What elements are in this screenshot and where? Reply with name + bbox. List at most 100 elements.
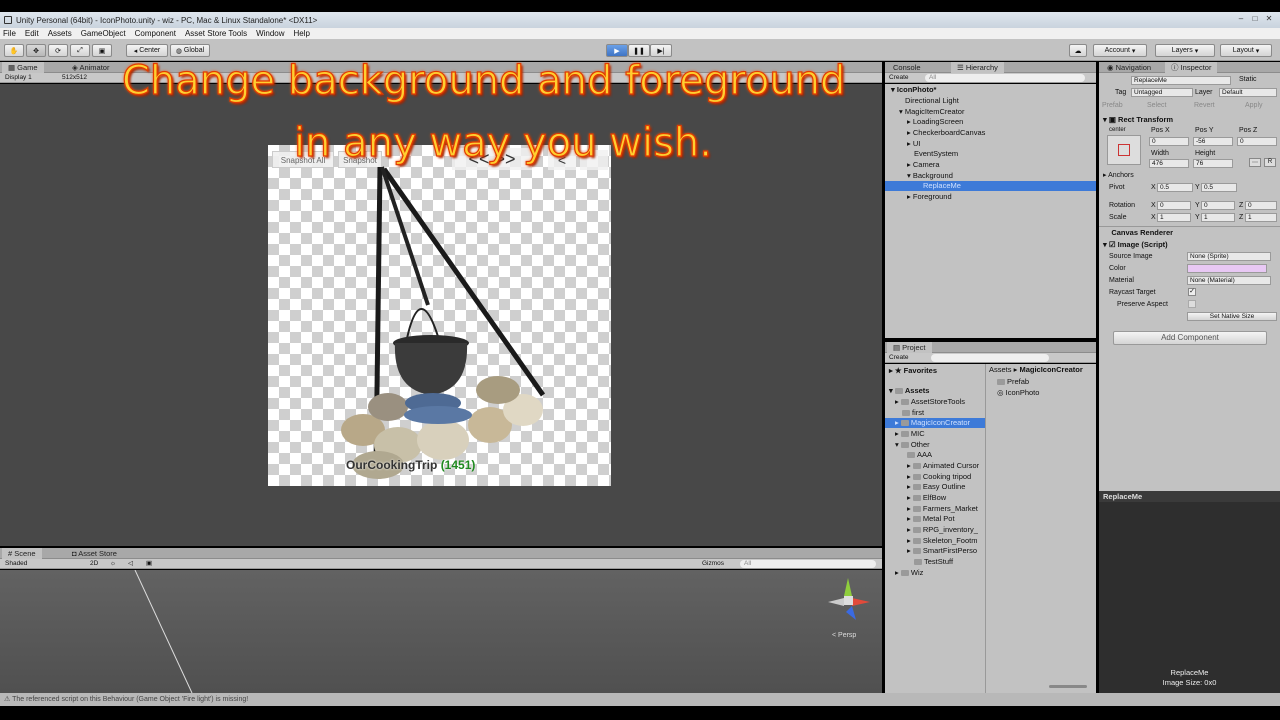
assets-root[interactable]: ▾ Assets [889,386,929,396]
tab-hierarchy[interactable]: ☰ Hierarchy [951,62,1004,73]
add-component-button[interactable]: Add Component [1113,331,1267,345]
folder-item[interactable]: ▸ SmartFirstPerso [907,546,977,556]
folder-item[interactable]: ▸ AssetStoreTools [895,397,965,407]
scene-root[interactable]: ▾ IconPhoto* [891,85,936,95]
rect-transform-header[interactable]: ▾ ▣ Rect Transform [1103,115,1173,124]
scale-y-field[interactable]: 1 [1201,213,1235,222]
raw-edit-icon[interactable]: R [1264,158,1276,167]
tab-animator[interactable]: ◈ Animator [66,62,115,73]
menu-asset-store-tools[interactable]: Asset Store Tools [185,29,247,38]
tab-game[interactable]: ▦ Game [2,62,44,73]
scene-view[interactable]: < Persp [0,570,882,693]
lighting-icon[interactable]: ☼ [110,559,116,569]
pos-x-field[interactable]: 0 [1149,137,1189,146]
raycast-target-checkbox[interactable]: ✓ [1188,288,1196,296]
folder-item[interactable]: ▸ ElfBow [907,493,946,503]
hierarchy-item-selected[interactable]: ReplaceMe [885,181,1096,191]
shaded-dropdown[interactable]: Shaded [5,559,27,569]
folder-item[interactable]: ▸ Metal Pot [907,514,955,524]
menu-gameobject[interactable]: GameObject [81,29,126,38]
gizmos-dropdown[interactable]: Gizmos [702,559,724,569]
rotation-z-field[interactable]: 0 [1245,201,1277,210]
icon-size-slider[interactable] [1049,685,1087,688]
anchors-foldout[interactable]: ▸ Anchors [1103,171,1134,180]
global-button[interactable]: ◍ Global [170,44,210,57]
tag-dropdown[interactable]: Untagged [1131,88,1193,97]
file-item[interactable]: ◎ IconPhoto [997,388,1039,398]
menu-assets[interactable]: Assets [48,29,72,38]
favorites-item[interactable]: ▸ ★ Favorites [889,366,937,376]
scale-x-field[interactable]: 1 [1157,213,1191,222]
minimize-icon[interactable]: – [1234,13,1248,24]
anchor-preset-icon[interactable] [1107,135,1141,165]
step-button[interactable]: ▶| [650,44,672,57]
close-icon[interactable]: ✕ [1262,13,1276,24]
tab-inspector[interactable]: ⓘ Inspector [1165,62,1218,73]
scene-search-input[interactable]: All [740,560,876,568]
height-field[interactable]: 76 [1193,159,1233,168]
move-tool-icon[interactable]: ✥ [26,44,46,57]
menu-edit[interactable]: Edit [25,29,39,38]
project-breadcrumb[interactable]: Assets ▸ MagicIconCreator [989,365,1083,375]
tab-navigation[interactable]: ◉ Navigation [1101,62,1157,73]
width-field[interactable]: 476 [1149,159,1189,168]
folder-item[interactable]: ▸ Cooking tripod [907,472,971,482]
rect-tool-icon[interactable]: ▣ [92,44,112,57]
pos-z-field[interactable]: 0 [1237,137,1277,146]
hierarchy-item[interactable]: Directional Light [905,96,959,106]
menu-component[interactable]: Component [135,29,176,38]
pivot-x-field[interactable]: 0.5 [1157,183,1193,192]
scene-gizmo-icon[interactable] [826,576,876,626]
folder-item[interactable]: TestStuff [914,557,953,567]
resolution-dropdown[interactable]: 512x512 [62,73,87,83]
layer-dropdown[interactable]: Default [1219,88,1277,97]
project-create-dropdown[interactable]: Create [889,353,909,363]
folder-item[interactable]: first [902,408,924,418]
pivot-y-field[interactable]: 0.5 [1201,183,1237,192]
persp-label[interactable]: < Persp [832,632,856,639]
file-item[interactable]: Prefab [997,377,1029,387]
hierarchy-item[interactable]: ▸ CheckerboardCanvas [907,128,985,138]
scale-z-field[interactable]: 1 [1245,213,1277,222]
folder-item[interactable]: ▾ Other [895,440,930,450]
twod-toggle[interactable]: 2D [90,559,98,569]
static-checkbox[interactable]: Static [1239,75,1257,84]
menu-help[interactable]: Help [294,29,310,38]
layout-dropdown[interactable]: Layout ▾ [1220,44,1272,57]
scale-tool-icon[interactable]: ⤢ [70,44,90,57]
blueprint-icon[interactable]: ⋯ [1249,158,1261,167]
play-button[interactable]: ▶ [606,44,628,57]
hierarchy-item[interactable]: ▸ Foreground [907,192,952,202]
tab-project[interactable]: ▤ Project [887,342,932,353]
hierarchy-search-input[interactable]: All [925,74,1085,82]
rotation-x-field[interactable]: 0 [1157,201,1191,210]
hierarchy-item[interactable]: ▾ MagicItemCreator [899,107,964,117]
prefab-revert-button[interactable]: Revert [1194,101,1215,110]
hierarchy-item[interactable]: EventSystem [914,149,958,159]
folder-item[interactable]: ▸ Skeleton_Footm [907,536,977,546]
hierarchy-item[interactable]: ▾ Background [907,171,953,181]
tab-asset-store[interactable]: ◘ Asset Store [66,548,123,559]
material-field[interactable]: None (Material) [1187,276,1271,285]
folder-item[interactable]: ▸ MIC [895,429,925,439]
tab-scene[interactable]: # Scene [2,548,42,559]
rotation-y-field[interactable]: 0 [1201,201,1235,210]
menu-file[interactable]: File [3,29,16,38]
folder-item[interactable]: ▸ RPG_inventory_ [907,525,978,535]
hand-tool-icon[interactable]: ✋ [4,44,24,57]
folder-item[interactable]: ▸ Easy Outline [907,482,965,492]
rotate-tool-icon[interactable]: ⟳ [48,44,68,57]
maximize-icon[interactable]: □ [1248,13,1262,24]
pause-button[interactable]: ❚❚ [628,44,650,57]
hierarchy-item[interactable]: ▸ LoadingScreen [907,117,963,127]
menu-window[interactable]: Window [256,29,284,38]
effects-icon[interactable]: ▣ [146,559,152,569]
object-name-field[interactable]: ReplaceMe [1131,76,1231,85]
folder-item[interactable]: ▸ Wiz [895,568,923,578]
hierarchy-create-dropdown[interactable]: Create [889,73,909,83]
pivot-center-button[interactable]: ◂ Center [126,44,168,57]
pos-y-field[interactable]: -56 [1193,137,1233,146]
folder-item[interactable]: ▸ Farmers_Market [907,504,978,514]
prefab-apply-button[interactable]: Apply [1245,101,1263,110]
account-dropdown[interactable]: Account ▾ [1093,44,1147,57]
